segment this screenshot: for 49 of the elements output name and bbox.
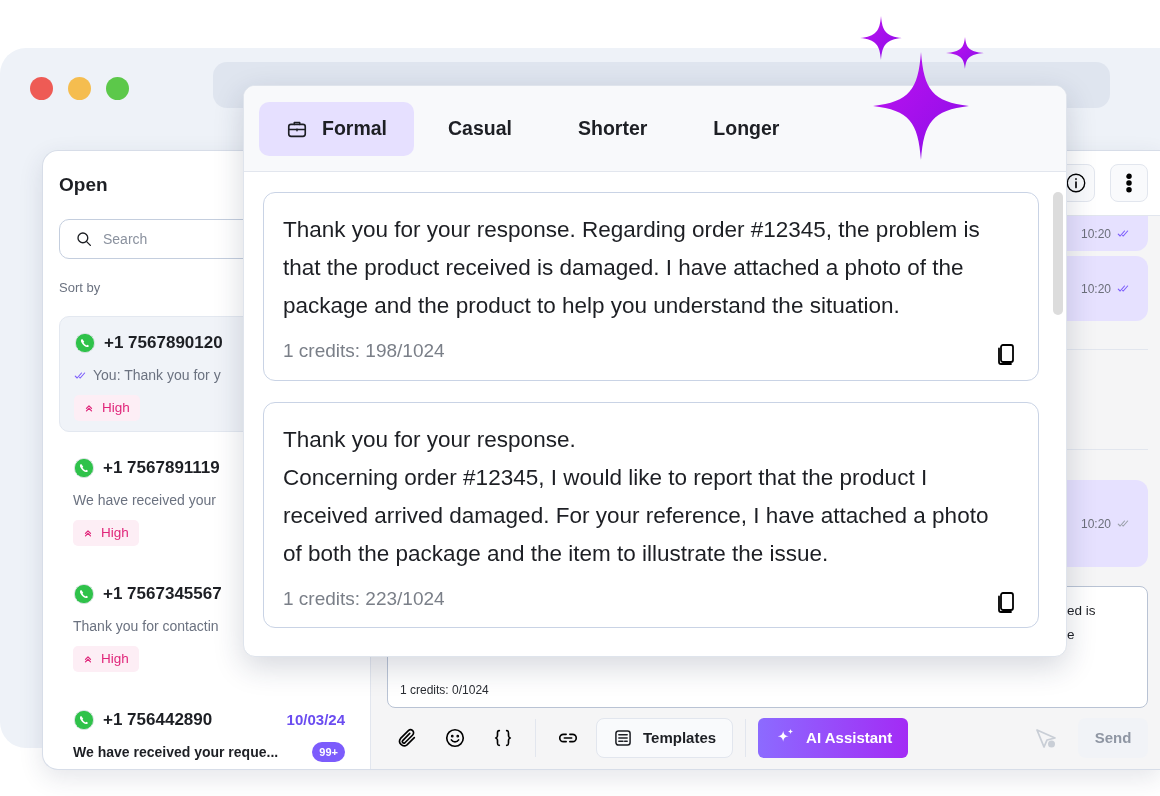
chevron-up-icon bbox=[83, 654, 93, 664]
chevron-up-icon bbox=[84, 403, 94, 413]
info-icon bbox=[1065, 172, 1087, 194]
tone-tab[interactable]: Formal bbox=[259, 101, 414, 156]
scrollbar[interactable] bbox=[1053, 192, 1063, 315]
chevron-up-icon bbox=[83, 528, 93, 538]
priority-label: High bbox=[101, 649, 129, 668]
message-preview: We have received your bbox=[73, 490, 216, 510]
phone-number: +1 7567345567 bbox=[103, 583, 222, 606]
whatsapp-icon bbox=[73, 457, 95, 479]
ai-assistant-button[interactable]: AI Assistant bbox=[758, 718, 909, 758]
whatsapp-icon bbox=[73, 583, 95, 605]
message-preview: We have received your reque... bbox=[73, 742, 279, 762]
message-time: 10:20 bbox=[1080, 515, 1111, 533]
sort-label: Sort by bbox=[59, 278, 102, 297]
whatsapp-icon bbox=[73, 709, 95, 731]
credits-counter: 1 credits: 223/1024 bbox=[283, 586, 445, 611]
smiley-icon bbox=[444, 727, 466, 749]
phone-number: +1 7567891119 bbox=[103, 457, 220, 480]
draft-text: e bbox=[1067, 626, 1076, 644]
templates-button[interactable]: Templates bbox=[596, 718, 734, 758]
priority-label: High bbox=[102, 398, 130, 417]
priority-label: High bbox=[101, 523, 129, 542]
whatsapp-icon bbox=[74, 332, 96, 354]
message-time: 10:20 bbox=[1080, 225, 1111, 243]
search-icon bbox=[75, 229, 93, 248]
close-dot[interactable] bbox=[30, 77, 53, 100]
message-time: 10:20 bbox=[1080, 280, 1111, 298]
phone-number: +1 7567890120 bbox=[104, 332, 223, 355]
unread-count: 99+ bbox=[312, 741, 345, 763]
conversation-date: 10/03/24 bbox=[286, 709, 345, 730]
tone-tab[interactable]: Casual bbox=[416, 101, 544, 156]
inbox-title: Open bbox=[59, 173, 109, 197]
message-preview: You: Thank you for y bbox=[93, 365, 221, 385]
more-button[interactable] bbox=[1110, 164, 1148, 202]
message-preview: Thank you for contactin bbox=[73, 616, 219, 636]
maximize-dot[interactable] bbox=[106, 77, 129, 100]
suggestion-card[interactable] bbox=[263, 192, 1039, 381]
draft-text: ed is bbox=[1067, 602, 1097, 620]
minimize-dot[interactable] bbox=[68, 77, 91, 100]
suggestion-card[interactable] bbox=[263, 401, 1039, 628]
tone-tab[interactable]: Shorter bbox=[545, 101, 680, 156]
credits-counter: 1 credits: 0/1024 bbox=[400, 682, 490, 699]
template-icon bbox=[613, 728, 633, 748]
tone-tab[interactable]: Longer bbox=[681, 101, 812, 156]
paperclip-icon bbox=[396, 727, 418, 749]
braces-icon bbox=[492, 727, 514, 749]
conversation-item[interactable]: +1 756442890 10/03/24 We have received your reque... 99+ bbox=[59, 694, 359, 769]
phone-number: +1 756442890 bbox=[103, 709, 213, 732]
